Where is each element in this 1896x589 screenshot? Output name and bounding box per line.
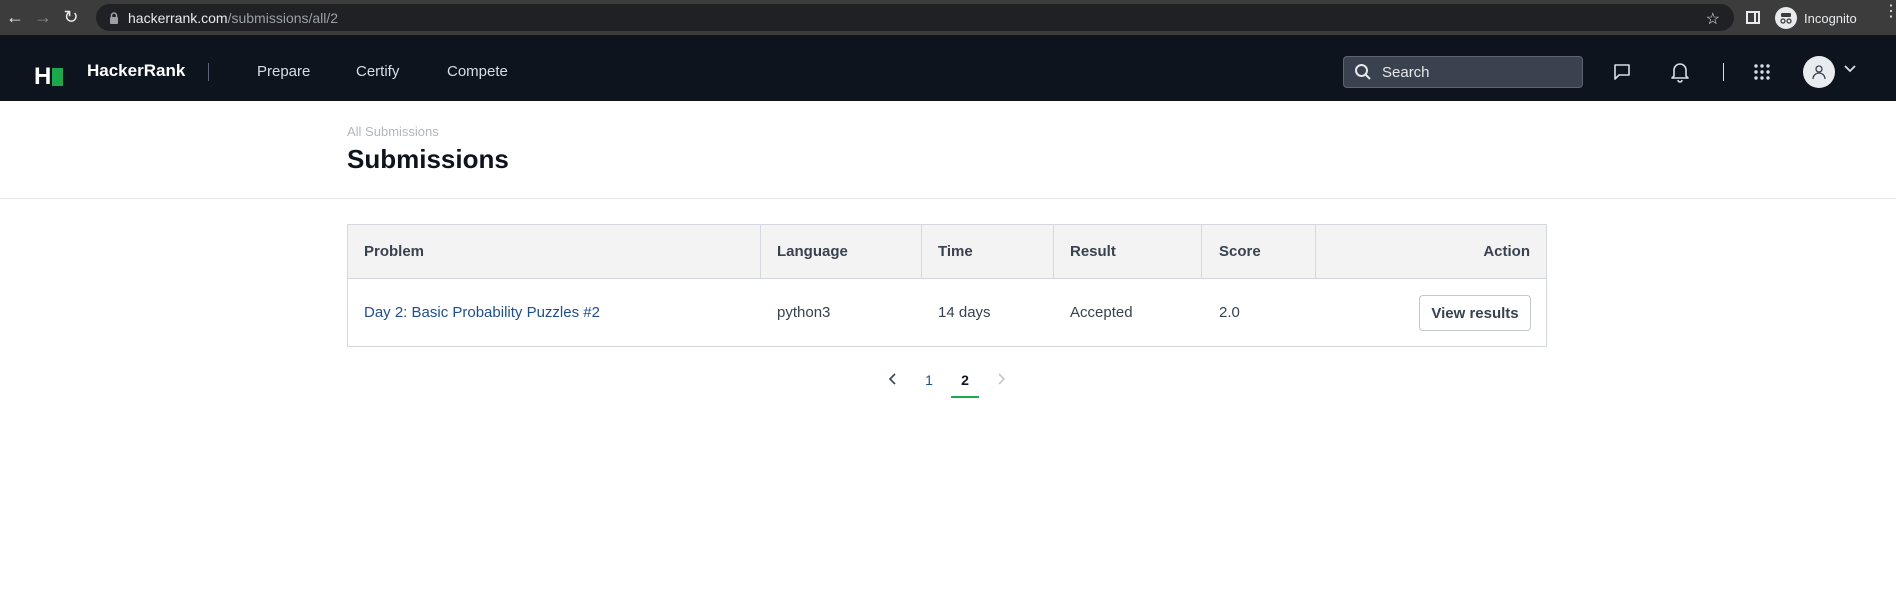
incognito-label: Incognito (1804, 10, 1857, 26)
hackerrank-logo-icon[interactable]: H (34, 63, 64, 91)
browser-toolbar: ← → ↻ hackerrank.com/submissions/all/2 ☆… (0, 0, 1896, 35)
column-header-language: Language (777, 243, 848, 260)
notifications-bell-icon[interactable] (1670, 61, 1690, 83)
reload-icon[interactable]: ↻ (58, 5, 84, 31)
page-header (0, 101, 1896, 199)
column-divider (921, 225, 922, 279)
submissions-table: Problem Language Time Result Score Actio… (347, 224, 1547, 347)
column-header-result: Result (1070, 243, 1116, 260)
language-cell: python3 (777, 304, 831, 321)
nav-link-prepare[interactable]: Prepare (257, 63, 310, 80)
column-header-score: Score (1219, 243, 1261, 260)
page-title: Submissions (347, 144, 509, 174)
pagination-page-1[interactable]: 1 (921, 372, 937, 396)
brand-divider (208, 63, 209, 81)
column-divider (1201, 225, 1202, 279)
problem-link[interactable]: Day 2: Basic Probability Puzzles #2 (364, 304, 600, 321)
column-divider (1053, 225, 1054, 279)
column-divider (1315, 225, 1316, 279)
bookmark-star-icon[interactable]: ☆ (1706, 9, 1720, 29)
lock-icon (110, 11, 118, 24)
url-text: hackerrank.com/submissions/all/2 (128, 9, 339, 26)
nav-link-compete[interactable]: Compete (447, 63, 508, 80)
column-header-action: Action (1483, 243, 1530, 260)
avatar[interactable] (1803, 56, 1835, 88)
view-results-button[interactable]: View results (1419, 295, 1531, 331)
time-cell: 14 days (938, 304, 991, 321)
address-bar[interactable]: hackerrank.com/submissions/all/2 ☆ (96, 4, 1734, 31)
incognito-icon (1775, 7, 1797, 29)
back-icon[interactable]: ← (2, 5, 28, 31)
table-header: Problem Language Time Result Score Actio… (348, 225, 1546, 279)
search-icon (1355, 64, 1371, 80)
breadcrumb[interactable]: All Submissions (347, 124, 439, 139)
column-header-time: Time (938, 243, 973, 260)
pagination-prev-icon[interactable] (885, 372, 901, 396)
pagination-next-icon[interactable] (993, 372, 1009, 396)
brand-name[interactable]: HackerRank (87, 61, 185, 81)
user-icon (1812, 65, 1826, 80)
side-panel-icon[interactable] (1746, 11, 1760, 24)
browser-menu-icon[interactable]: ⋮ (1883, 4, 1896, 20)
search-input[interactable]: Search (1343, 56, 1583, 88)
column-header-problem: Problem (364, 243, 425, 260)
result-cell: Accepted (1070, 304, 1133, 321)
nav-divider (1723, 63, 1724, 81)
nav-link-certify[interactable]: Certify (356, 63, 399, 80)
forward-icon[interactable]: → (30, 5, 56, 31)
messages-icon[interactable] (1612, 62, 1632, 82)
incognito-indicator[interactable]: Incognito (1775, 7, 1857, 29)
apps-grid-icon[interactable] (1753, 63, 1771, 81)
chevron-down-icon[interactable] (1843, 64, 1857, 74)
search-placeholder: Search (1382, 63, 1430, 81)
column-divider (760, 225, 761, 279)
pagination-page-current[interactable]: 2 (951, 372, 979, 398)
score-cell: 2.0 (1219, 304, 1240, 321)
